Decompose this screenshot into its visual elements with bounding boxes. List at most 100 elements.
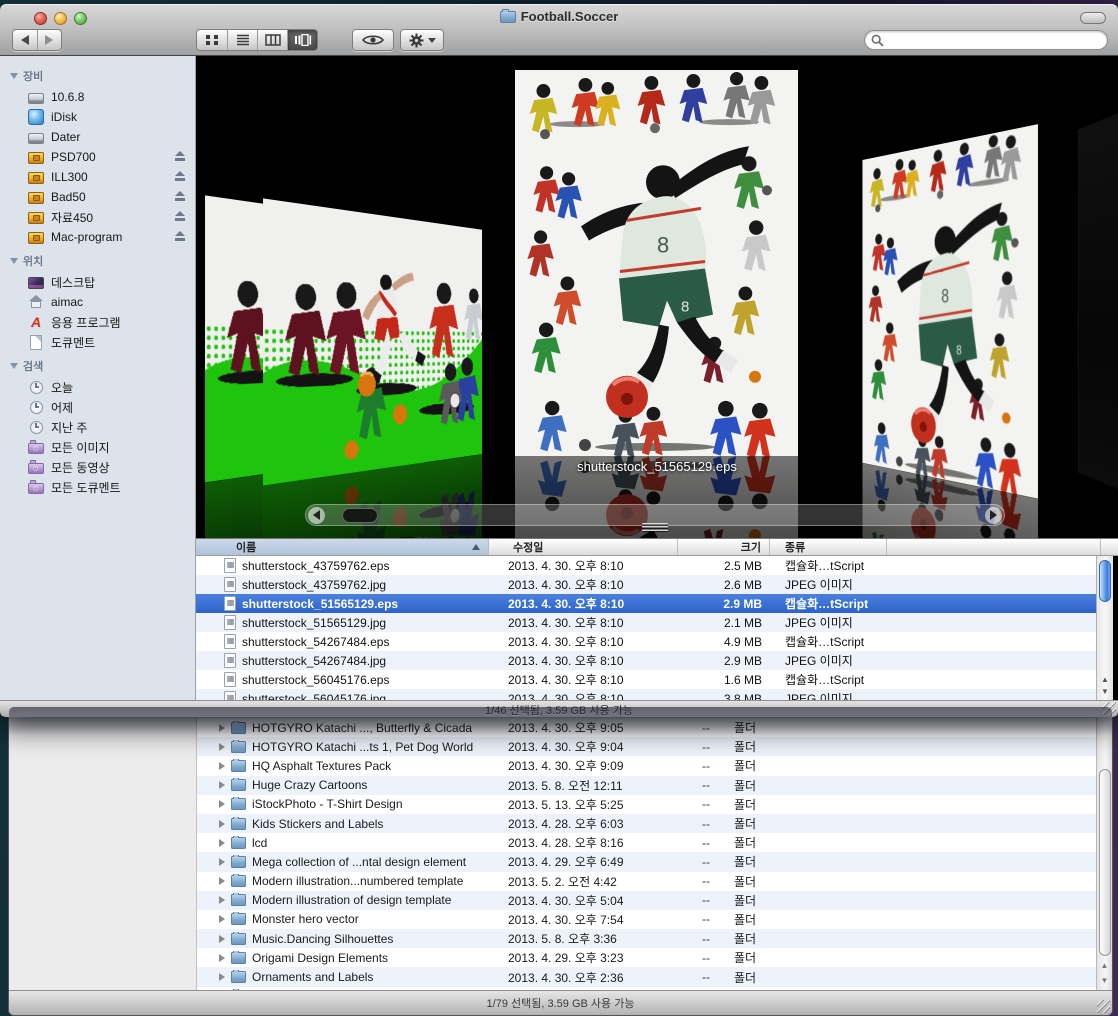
table-row[interactable]: shutterstock_51565129.jpg 2013. 4. 30. 오…: [196, 613, 1096, 632]
search-input[interactable]: [884, 32, 1101, 48]
table-row[interactable]: shutterstock_56045176.eps 2013. 4. 30. 오…: [196, 670, 1096, 689]
sidebar-item[interactable]: 자료450: [0, 207, 195, 227]
table-row[interactable]: shutterstock_56045176.jpg 2013. 4. 30. 오…: [196, 689, 1096, 700]
table-row[interactable]: Modern illustration of design template 2…: [197, 891, 1098, 910]
disclosure-triangle-icon[interactable]: [219, 932, 231, 946]
sidebar-item[interactable]: 오늘: [0, 377, 195, 397]
table-row[interactable]: Modern illustration...numbered template …: [197, 872, 1098, 891]
background-window-scrollbar[interactable]: ▲▼: [1096, 718, 1112, 990]
disclosure-triangle-icon[interactable]: [219, 778, 231, 792]
finder-window[interactable]: Football.Soccer: [0, 4, 1118, 717]
sidebar-item[interactable]: ILL300: [0, 167, 195, 187]
sidebar-item[interactable]: 도큐멘트: [0, 332, 195, 352]
sidebar-item[interactable]: aimac: [0, 292, 195, 312]
title-bar[interactable]: Football.Soccer: [0, 4, 1118, 25]
coverflow-cover-left-1[interactable]: [236, 216, 536, 468]
eject-icon[interactable]: [173, 150, 187, 164]
sidebar-item[interactable]: 모든 도큐멘트: [0, 477, 195, 497]
scrollbar-thumb[interactable]: [1099, 560, 1111, 602]
toolbar-toggle-button[interactable]: [1080, 12, 1106, 24]
disclosure-triangle-icon[interactable]: [219, 893, 231, 907]
disclosure-triangle-icon[interactable]: [219, 951, 231, 965]
disclosure-triangle-icon[interactable]: [219, 912, 231, 926]
icon-view-button[interactable]: [197, 30, 227, 50]
list-scrollbar[interactable]: ▲▼: [1096, 556, 1113, 700]
table-row[interactable]: HQ Asphalt Textures Pack 2013. 4. 30. 오후…: [197, 756, 1098, 775]
table-row[interactable]: shutterstock_43759762.jpg 2013. 4. 30. 오…: [196, 575, 1096, 594]
sidebar-item[interactable]: 응용 프로그램: [0, 312, 195, 332]
column-header-size[interactable]: 크기: [678, 539, 770, 555]
table-row[interactable]: Kids Stickers and Labels 2013. 4. 28. 오후…: [197, 814, 1098, 833]
scrollbar-arrows[interactable]: ▲▼: [1097, 958, 1112, 988]
disclosure-triangle-icon[interactable]: [219, 740, 231, 754]
column-header-name[interactable]: 이름: [196, 539, 489, 555]
resize-grip[interactable]: [1103, 702, 1116, 715]
disclosure-down-icon[interactable]: [10, 73, 18, 79]
search-field[interactable]: [864, 30, 1108, 50]
table-row[interactable]: shutterstock_54267484.eps 2013. 4. 30. 오…: [196, 632, 1096, 651]
table-row[interactable]: HOTGYRO Katachi ...ts 1, Pet Dog World 2…: [197, 737, 1098, 756]
eject-icon[interactable]: [173, 230, 187, 244]
sidebar-item[interactable]: 모든 동영상: [0, 457, 195, 477]
disclosure-down-icon[interactable]: [10, 258, 18, 264]
disclosure-down-icon[interactable]: [10, 363, 18, 369]
disclosure-triangle-icon[interactable]: [219, 970, 231, 984]
sidebar-item[interactable]: Dater: [0, 127, 195, 147]
eject-icon[interactable]: [173, 170, 187, 184]
sidebar-item[interactable]: iDisk: [0, 107, 195, 127]
coverflow-scroll-left-button[interactable]: [308, 507, 325, 524]
coverflow-view-button[interactable]: [287, 30, 317, 50]
table-row[interactable]: Huge Crazy Cartoons 2013. 5. 8. 오전 12:11…: [197, 776, 1098, 795]
sidebar-item[interactable]: Mac-program: [0, 227, 195, 247]
disclosure-triangle-icon[interactable]: [219, 759, 231, 773]
disclosure-triangle-icon[interactable]: [219, 874, 231, 888]
table-row[interactable]: Ornaments and Labels 2013. 4. 30. 오후 2:3…: [197, 967, 1098, 986]
sidebar-section-places[interactable]: 위치: [0, 247, 195, 272]
disclosure-triangle-icon[interactable]: [219, 817, 231, 831]
eject-icon[interactable]: [173, 210, 187, 224]
sidebar-section-search[interactable]: 검색: [0, 352, 195, 377]
column-header-kind[interactable]: 종류: [770, 539, 887, 555]
table-row[interactable]: lcd 2013. 4. 28. 오후 8:16 -- 폴더: [197, 833, 1098, 852]
scrollbar-thumb[interactable]: [1099, 769, 1111, 956]
coverflow-cover-back[interactable]: [1078, 100, 1118, 501]
forward-button[interactable]: [37, 30, 62, 50]
coverflow-scrollbar-thumb[interactable]: [342, 508, 378, 523]
sidebar-item[interactable]: Bad50: [0, 187, 195, 207]
sidebar-item[interactable]: 데스크탑: [0, 272, 195, 292]
back-button[interactable]: [13, 30, 37, 50]
eject-icon[interactable]: [173, 190, 187, 204]
table-row[interactable]: Music.Dancing Silhouettes 2013. 5. 8. 오후…: [197, 929, 1098, 948]
quick-look-button[interactable]: [352, 29, 394, 51]
sidebar-item[interactable]: PSD700: [0, 147, 195, 167]
list-view-button[interactable]: [227, 30, 257, 50]
table-row[interactable]: iStockPhoto - T-Shirt Design 2013. 5. 13…: [197, 795, 1098, 814]
coverflow-resize-handle[interactable]: [642, 523, 668, 532]
table-row[interactable]: Mega collection of ...ntal design elemen…: [197, 852, 1098, 871]
table-row[interactable]: shutterstock_43759762.eps 2013. 4. 30. 오…: [196, 556, 1096, 575]
table-row[interactable]: Origami Design Elements 2013. 4. 29. 오후 …: [197, 948, 1098, 967]
table-row[interactable]: HOTGYRO Katachi ..., Butterfly & Cicada …: [197, 718, 1098, 737]
sidebar-section-devices[interactable]: 장비: [0, 62, 195, 87]
table-row[interactable]: shutterstock_54267484.jpg 2013. 4. 30. 오…: [196, 651, 1096, 670]
scrollbar-arrows[interactable]: ▲▼: [1097, 676, 1113, 696]
table-row[interactable]: shutterstock_51565129.eps 2013. 4. 30. 오…: [196, 594, 1096, 613]
disclosure-triangle-icon[interactable]: [219, 797, 231, 811]
coverflow-cover-right-1[interactable]: [816, 144, 1066, 479]
sidebar-item[interactable]: 어제: [0, 397, 195, 417]
sidebar-item[interactable]: 모든 이미지: [0, 437, 195, 457]
sidebar-item[interactable]: 지난 주: [0, 417, 195, 437]
column-header-date[interactable]: 수정일: [489, 539, 678, 555]
resize-grip[interactable]: [1097, 1000, 1110, 1013]
sidebar-item[interactable]: 10.6.8: [0, 87, 195, 107]
disclosure-triangle-icon[interactable]: [219, 836, 231, 850]
size-cell: --: [696, 874, 710, 888]
column-view-button[interactable]: [257, 30, 287, 50]
action-menu-button[interactable]: [400, 29, 444, 51]
background-window[interactable]: HOTGYRO Katachi ..., Butterfly & Cicada …: [8, 706, 1113, 1016]
table-row[interactable]: Monster hero vector 2013. 4. 30. 오후 7:54…: [197, 910, 1098, 929]
coverflow-cover-selected[interactable]: [515, 70, 798, 456]
coverflow-scroll-right-button[interactable]: [985, 507, 1002, 524]
disclosure-triangle-icon[interactable]: [219, 721, 231, 735]
disclosure-triangle-icon[interactable]: [219, 855, 231, 869]
